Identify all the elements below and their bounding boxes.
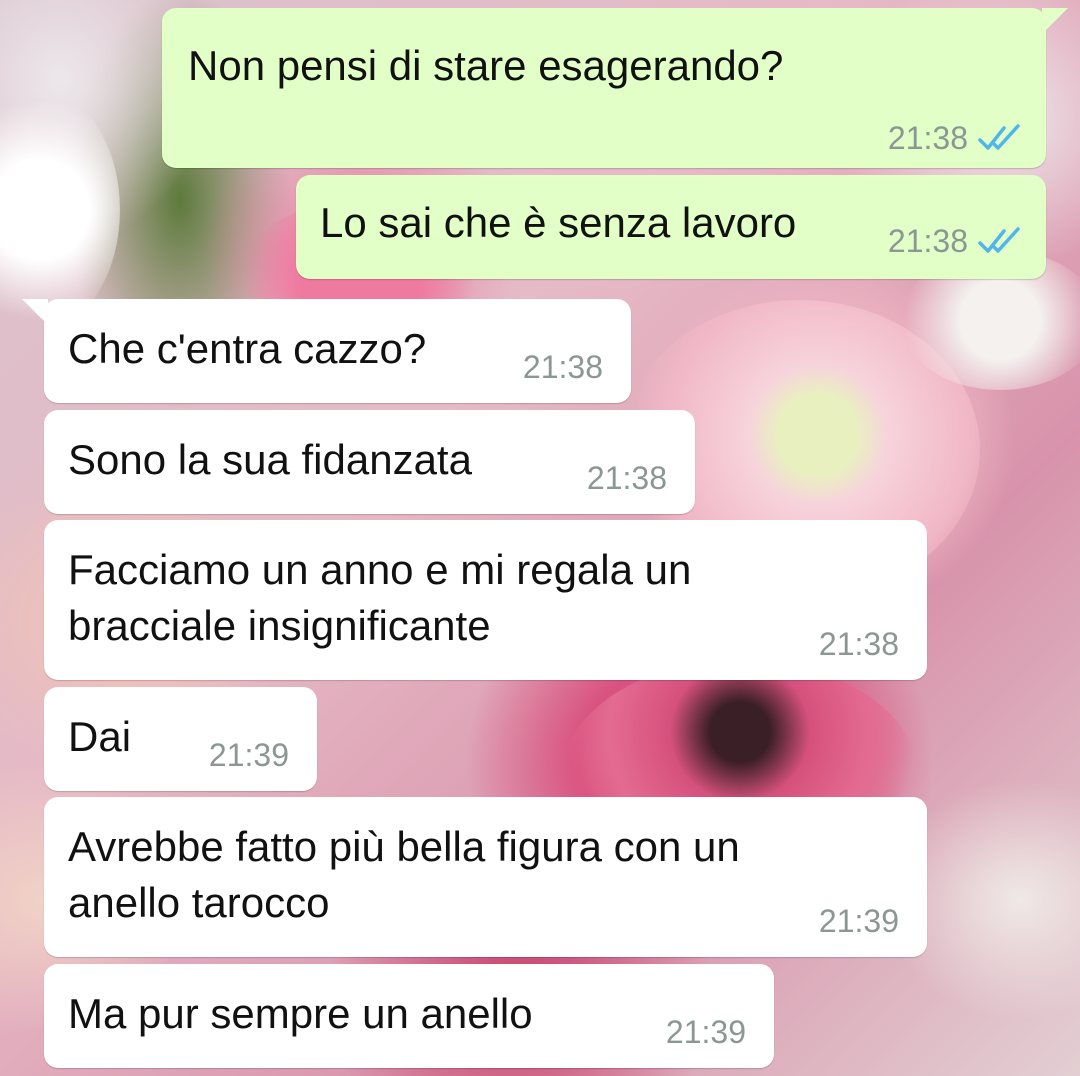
message-timestamp: 21:39 <box>208 737 289 773</box>
message-meta: 21:38 <box>888 223 1022 259</box>
incoming-message-bubble[interactable]: Dai 21:39 <box>44 687 317 791</box>
message-timestamp: 21:38 <box>887 223 968 259</box>
double-check-read-icon <box>978 124 1020 150</box>
message-text: Avrebbe fatto più bella figura con un an… <box>68 823 740 926</box>
message-meta: 21:38 <box>819 626 899 662</box>
message-timestamp: 21:38 <box>586 460 667 496</box>
message-text: Sono la sua fidanzata <box>68 436 472 483</box>
message-meta: 21:39 <box>209 737 289 773</box>
message-text: Che c'entra cazzo? <box>68 325 427 372</box>
message-meta: 21:38 <box>523 349 603 385</box>
message-timestamp: 21:38 <box>887 120 968 156</box>
message-meta: 21:38 <box>888 120 1022 156</box>
bubble-tail <box>1042 8 1068 34</box>
incoming-message-bubble[interactable]: Sono la sua fidanzata 21:38 <box>44 410 695 514</box>
message-text: Dai <box>68 713 132 760</box>
incoming-message-bubble[interactable]: Avrebbe fatto più bella figura con un an… <box>44 797 927 957</box>
message-meta: 21:39 <box>666 1014 746 1050</box>
message-text: Facciamo un anno e mi regala un braccial… <box>68 546 692 649</box>
message-timestamp: 21:38 <box>818 626 899 662</box>
incoming-message-bubble[interactable]: Che c'entra cazzo? 21:38 <box>22 299 631 403</box>
bubble-tail <box>22 299 48 325</box>
outgoing-message-bubble[interactable]: Lo sai che è senza lavoro 21:38 <box>296 175 1046 279</box>
message-text: Ma pur sempre un anello <box>68 990 533 1037</box>
incoming-message-bubble[interactable]: Ma pur sempre un anello 21:39 <box>44 964 774 1068</box>
chat-message-list[interactable]: Non pensi di stare esagerando? 21:38 Lo … <box>0 0 1080 1076</box>
message-meta: 21:39 <box>819 903 899 939</box>
message-meta: 21:38 <box>587 460 667 496</box>
message-timestamp: 21:39 <box>818 903 899 939</box>
message-text: Lo sai che è senza lavoro <box>320 199 797 246</box>
double-check-read-icon <box>978 227 1020 253</box>
message-timestamp: 21:38 <box>522 349 603 385</box>
message-text: Non pensi di stare esagerando? <box>188 42 784 89</box>
outgoing-message-bubble[interactable]: Non pensi di stare esagerando? 21:38 <box>162 8 1068 168</box>
incoming-message-bubble[interactable]: Facciamo un anno e mi regala un braccial… <box>44 520 927 680</box>
message-timestamp: 21:39 <box>665 1014 746 1050</box>
